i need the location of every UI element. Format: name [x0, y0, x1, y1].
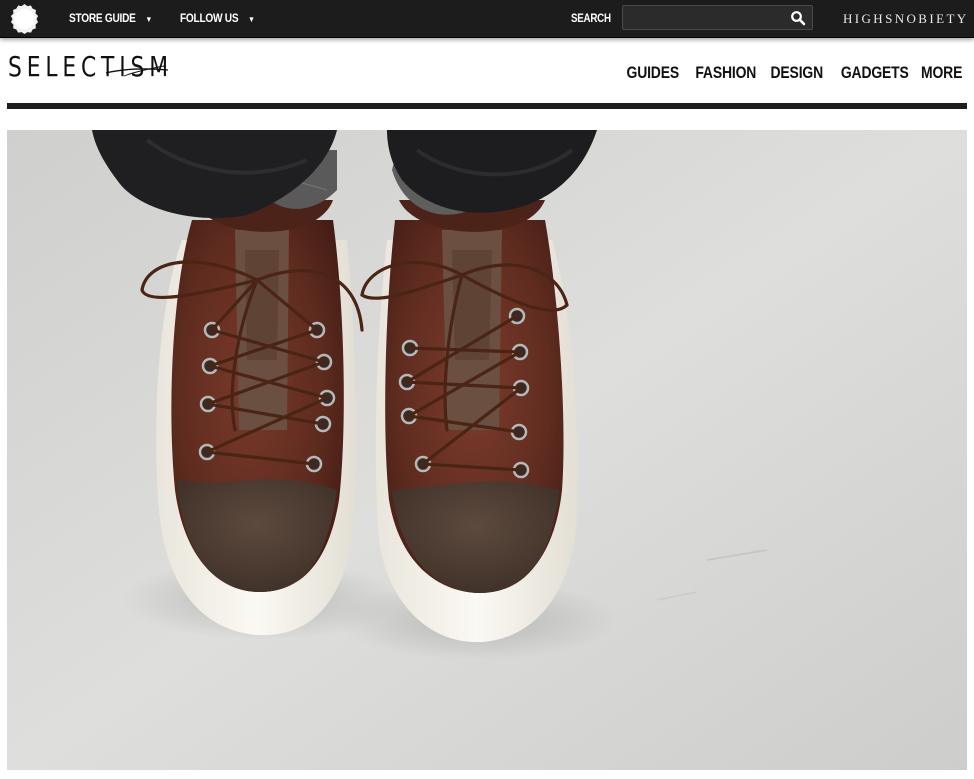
store-guide-menu[interactable]: STORE GUIDE ▼ — [69, 0, 152, 38]
nav-guides[interactable]: GUIDES — [627, 63, 680, 83]
follow-us-menu[interactable]: FOLLOW US ▼ — [180, 0, 255, 38]
search-icon[interactable] — [790, 10, 806, 26]
highsnobiety-logo[interactable]: HIGHSNOBIETY — [843, 0, 969, 38]
chevron-down-icon: ▼ — [145, 14, 153, 24]
search-input[interactable] — [623, 6, 783, 29]
hero-image[interactable] — [7, 130, 967, 770]
search-box — [622, 5, 813, 30]
nav-design[interactable]: DESIGN — [771, 63, 824, 83]
selectism-logo[interactable]: SELECTISM — [8, 49, 169, 85]
main-nav: GUIDES FASHION DESIGN GADGETS MORE — [625, 60, 963, 86]
top-bar: STORE GUIDE ▼ FOLLOW US ▼ SEARCH HIGHSNO… — [0, 0, 974, 38]
logo-swoosh-icon — [105, 65, 169, 77]
chevron-down-icon: ▼ — [248, 14, 255, 24]
sneakers-photo — [7, 130, 967, 770]
store-guide-label: STORE GUIDE — [69, 13, 136, 25]
seal-badge-icon[interactable] — [9, 3, 40, 34]
follow-us-label: FOLLOW US — [180, 13, 239, 25]
nav-gadgets[interactable]: GADGETS — [841, 63, 909, 83]
nav-more[interactable]: MORE — [921, 63, 962, 83]
header-divider — [7, 103, 967, 109]
nav-fashion[interactable]: FASHION — [695, 63, 756, 83]
search-label: SEARCH — [571, 13, 611, 25]
